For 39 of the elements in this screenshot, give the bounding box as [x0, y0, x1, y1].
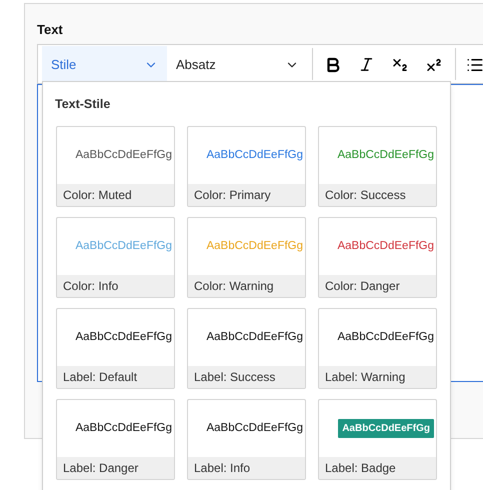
- style-option[interactable]: AaBbCcDdEeFfGg Color: Danger: [318, 216, 437, 298]
- style-preview: AaBbCcDdEeFfGg: [206, 330, 303, 345]
- style-preview: AaBbCcDdEeFfGg: [337, 148, 434, 163]
- style-option[interactable]: AaBbCcDdEeFfGg Label: Success: [187, 308, 306, 389]
- menu-heading: Text-Stile: [55, 96, 110, 113]
- style-option[interactable]: AaBbCcDdEeFfGg Label: Default: [56, 308, 175, 389]
- style-option[interactable]: AaBbCcDdEeFfGg Label: Info: [187, 398, 306, 480]
- style-preview: AaBbCcDdEeFfGg: [75, 420, 172, 436]
- style-label: Label: Danger: [63, 460, 138, 477]
- style-option[interactable]: AaBbCcDdEeFfGg Color: Info: [56, 216, 175, 298]
- style-label: Color: Primary: [194, 186, 271, 204]
- style-label: Label: Default: [63, 368, 138, 386]
- style-label: Label: Badge: [325, 460, 396, 477]
- style-option[interactable]: AaBbCcDdEeFfGg Color: Primary: [187, 126, 306, 207]
- style-preview: AaBbCcDdEeFfGg: [206, 148, 303, 163]
- style-preview: AaBbCcDdEeFfGg: [206, 238, 303, 254]
- style-preview: AaBbCcDdEeFfGg: [75, 148, 172, 163]
- style-label: Label: Info: [194, 460, 250, 477]
- style-option[interactable]: AaBbCcDdEeFfGg Label: Badge: [318, 398, 437, 480]
- style-label: Color: Warning: [194, 278, 274, 295]
- style-label: Color: Success: [325, 186, 406, 204]
- style-preview: AaBbCcDdEeFfGg: [337, 330, 434, 345]
- style-option[interactable]: AaBbCcDdEeFfGg Color: Warning: [187, 216, 306, 298]
- style-label: Label: Warning: [325, 368, 406, 386]
- style-option[interactable]: AaBbCcDdEeFfGg Color: Success: [318, 126, 437, 207]
- style-label: Color: Info: [63, 278, 118, 295]
- badge-preview: AaBbCcDdEeFfGg: [338, 418, 434, 438]
- style-label: Color: Danger: [325, 278, 400, 295]
- style-label: Label: Success: [194, 368, 276, 386]
- style-option[interactable]: AaBbCcDdEeFfGg Label: Warning: [318, 308, 437, 389]
- style-label: Color: Muted: [63, 186, 132, 204]
- style-option[interactable]: AaBbCcDdEeFfGg Label: Danger: [56, 398, 175, 480]
- field-label: Text: [37, 21, 64, 39]
- style-dropdown[interactable]: Stile: [42, 46, 167, 83]
- style-preview: AaBbCcDdEeFfGg: [206, 420, 303, 436]
- style-preview: AaBbCcDdEeFfGg: [75, 330, 172, 345]
- style-option[interactable]: AaBbCcDdEeFfGg Color: Muted: [56, 126, 175, 207]
- style-preview: AaBbCcDdEeFfGg: [337, 238, 434, 254]
- style-preview: AaBbCcDdEeFfGg: [75, 238, 172, 254]
